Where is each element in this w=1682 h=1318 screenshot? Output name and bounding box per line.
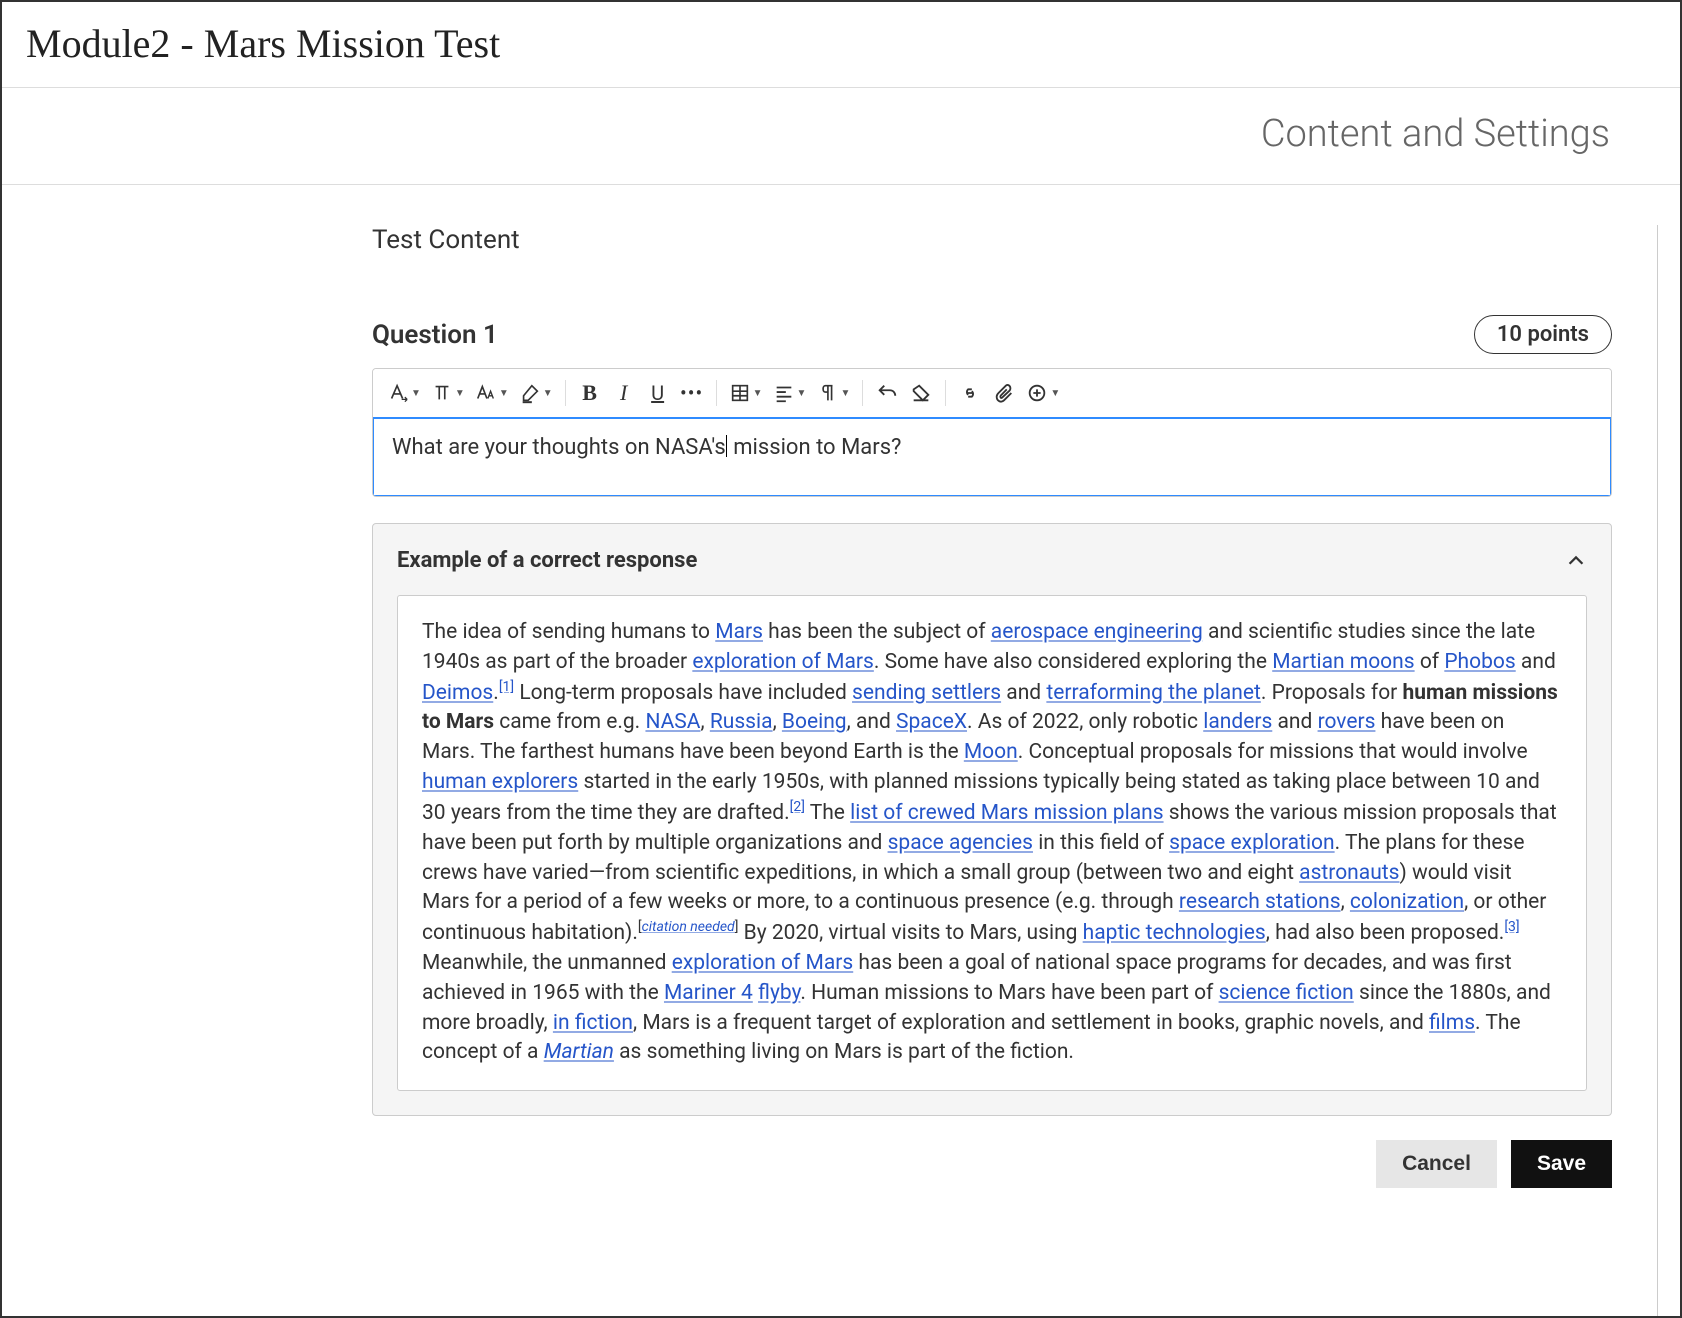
clear-formatting-button[interactable]: [905, 377, 937, 409]
citation-needed: [citation needed]: [638, 919, 739, 935]
example-response-panel: Example of a correct response The idea o…: [372, 523, 1612, 1116]
toolbar-separator: [862, 380, 863, 406]
ref-1[interactable]: [1]: [499, 679, 514, 695]
insert-dropdown[interactable]: ▼: [1022, 377, 1064, 409]
paragraph-direction-dropdown[interactable]: ▼: [812, 377, 854, 409]
link-space-agencies[interactable]: space agencies: [888, 831, 1033, 855]
link-mars[interactable]: Mars: [715, 620, 763, 644]
link-space-exploration[interactable]: space exploration: [1169, 831, 1335, 855]
link-exploration-of-mars-2[interactable]: exploration of Mars: [672, 951, 854, 975]
link-button[interactable]: [954, 377, 986, 409]
link-moon[interactable]: Moon: [964, 740, 1018, 764]
text-cursor: [726, 435, 727, 457]
page-title: Module2 - Mars Mission Test: [2, 2, 1680, 87]
editor-toolbar: ▼ ▼ ▼ ▼ B I U •••: [373, 369, 1611, 418]
link-phobos[interactable]: Phobos: [1444, 650, 1515, 674]
link-science-fiction[interactable]: science fiction: [1219, 981, 1354, 1005]
link-spacex[interactable]: SpaceX: [896, 710, 967, 734]
toolbar-separator: [565, 380, 566, 406]
link-sending-settlers[interactable]: sending settlers: [852, 681, 1001, 705]
toolbar-separator: [945, 380, 946, 406]
example-response-toggle[interactable]: Example of a correct response: [397, 548, 1587, 573]
link-astronauts[interactable]: astronauts: [1299, 861, 1399, 885]
link-mariner-4[interactable]: Mariner 4: [664, 981, 753, 1005]
link-boeing[interactable]: Boeing: [782, 710, 847, 734]
link-terraforming[interactable]: terraforming the planet: [1046, 681, 1260, 705]
save-button[interactable]: Save: [1511, 1140, 1612, 1188]
scroll-track[interactable]: [1657, 225, 1658, 1318]
highlight-color-dropdown[interactable]: ▼: [515, 377, 557, 409]
text-style-dropdown[interactable]: ▼: [383, 377, 425, 409]
ref-3[interactable]: [3]: [1504, 919, 1519, 935]
link-human-explorers[interactable]: human explorers: [422, 770, 578, 794]
more-formatting-button[interactable]: •••: [676, 377, 708, 409]
cancel-button[interactable]: Cancel: [1376, 1140, 1497, 1188]
link-list-crewed-plans[interactable]: list of crewed Mars mission plans: [850, 801, 1163, 825]
link-exploration-of-mars[interactable]: exploration of Mars: [692, 650, 874, 674]
link-martian-moons[interactable]: Martian moons: [1272, 650, 1414, 674]
example-response-body: The idea of sending humans to Mars has b…: [397, 595, 1587, 1091]
font-family-dropdown[interactable]: ▼: [471, 377, 513, 409]
link-colonization[interactable]: colonization: [1350, 890, 1464, 914]
italic-button[interactable]: I: [608, 377, 640, 409]
link-deimos[interactable]: Deimos: [422, 681, 493, 705]
footer-buttons: Cancel Save: [372, 1140, 1612, 1188]
points-pill[interactable]: 10 points: [1474, 315, 1612, 354]
editor-text-after: mission to Mars?: [728, 435, 902, 460]
link-films[interactable]: films: [1429, 1011, 1475, 1035]
link-in-fiction[interactable]: in fiction: [553, 1011, 633, 1035]
link-aerospace-engineering[interactable]: aerospace engineering: [991, 620, 1203, 644]
question-label: Question 1: [372, 320, 498, 350]
bold-button[interactable]: B: [574, 377, 606, 409]
undo-button[interactable]: [871, 377, 903, 409]
divider: [2, 184, 1680, 185]
align-dropdown[interactable]: ▼: [769, 377, 811, 409]
link-research-stations[interactable]: research stations: [1179, 890, 1341, 914]
section-header: Content and Settings: [2, 88, 1680, 184]
link-landers[interactable]: landers: [1203, 710, 1272, 734]
link-nasa[interactable]: NASA: [645, 710, 700, 734]
attachment-button[interactable]: [988, 377, 1020, 409]
rich-text-editor: ▼ ▼ ▼ ▼ B I U •••: [372, 368, 1612, 497]
example-response-label: Example of a correct response: [397, 548, 697, 573]
ref-2[interactable]: [2]: [790, 799, 805, 815]
link-haptic[interactable]: haptic technologies: [1083, 921, 1266, 945]
link-citation-needed[interactable]: citation needed: [642, 919, 735, 935]
underline-button[interactable]: U: [642, 377, 674, 409]
link-martian[interactable]: Martian: [544, 1040, 614, 1064]
toolbar-separator: [716, 380, 717, 406]
link-russia[interactable]: Russia: [710, 710, 773, 734]
editor-text-before: What are your thoughts on NASA's: [392, 435, 726, 460]
question-text-input[interactable]: What are your thoughts on NASA's mission…: [372, 417, 1612, 497]
chevron-up-icon: [1565, 550, 1587, 572]
test-content-label: Test Content: [372, 225, 1612, 255]
table-dropdown[interactable]: ▼: [725, 377, 767, 409]
paragraph-format-dropdown[interactable]: ▼: [427, 377, 469, 409]
link-rovers[interactable]: rovers: [1318, 710, 1376, 734]
link-flyby[interactable]: flyby: [758, 981, 800, 1005]
